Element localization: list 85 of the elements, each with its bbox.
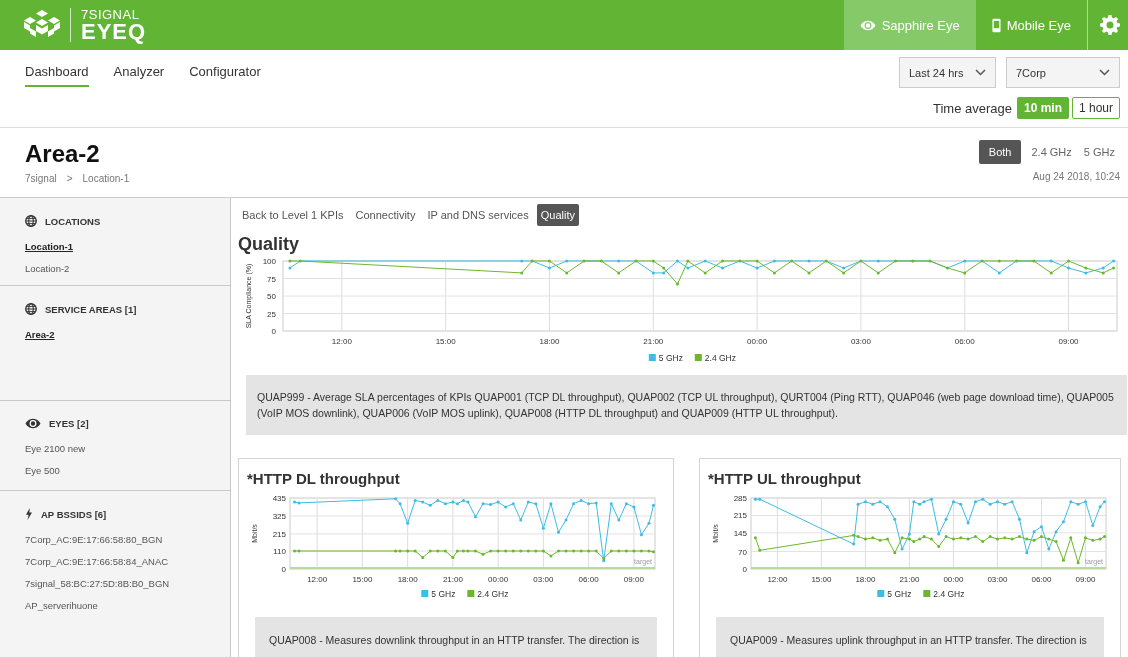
axis-label: 110 (273, 546, 286, 556)
axis-label: 03:00 (850, 337, 871, 346)
axis-label: 285 (733, 493, 747, 503)
kpi-tab[interactable]: Connectivity (351, 204, 420, 226)
sidebar-item[interactable]: Eye 500 (25, 465, 205, 476)
sidebar-item[interactable]: 7signal_58:BC:27:5D:8B:B0_BGN (25, 578, 205, 589)
section-heading: EYES [2] (49, 418, 89, 429)
card-title: *HTTP UL throughput (708, 469, 862, 487)
axis-label: 06:00 (954, 337, 975, 346)
nav-tab[interactable]: Configurator (189, 64, 261, 87)
page-title: Area-2 (25, 140, 101, 168)
axis-label: 12:00 (767, 574, 788, 584)
product-logo: EYEQ (81, 20, 147, 43)
legend-label[interactable]: 2.4 GHz (704, 353, 736, 363)
time-option[interactable]: 1 hour (1071, 97, 1120, 119)
nav-tab[interactable]: Analyzer (113, 64, 165, 87)
section-heading: SERVICE AREAS [1] (45, 303, 137, 315)
kpi-tab[interactable]: Quality (536, 204, 579, 226)
axis-label: 50 (267, 292, 276, 301)
section-heading: AP BSSIDS [6] (41, 508, 107, 520)
axis-label: 12:00 (307, 574, 328, 584)
kpi-tab[interactable]: IP and DNS services (423, 204, 533, 226)
kpi-description: QUAP008 - Measures downlink throughput in an HTTP transfer. The direction is (255, 616, 657, 657)
breadcrumb-separator: > (66, 173, 73, 184)
sidebar-item[interactable]: 7Corp_AC:9E:17:66:58:84_ANAC (25, 556, 205, 567)
axis-label: 09:00 (1075, 574, 1096, 584)
axis-label: 0 (281, 564, 286, 574)
axis-label: 15:00 (352, 574, 373, 584)
axis-label: 0 (271, 327, 276, 336)
legend-label[interactable]: 5 GHz (887, 588, 912, 599)
axis-label: 00:00 (747, 337, 768, 346)
axis-label: 09:00 (623, 574, 644, 584)
brand-name: 7SIGNAL (81, 7, 141, 21)
card-title: *HTTP DL throughput (247, 469, 401, 487)
axis-label: 21:00 (899, 574, 920, 584)
axis-label: 0 (742, 564, 747, 574)
kpi-description: QUAP009 - Measures uplink throughput in an HTTP transfer. The direction is (716, 616, 1104, 657)
sidebar-item[interactable]: Location-2 (25, 263, 205, 274)
axis-label: 09:00 (1058, 337, 1079, 346)
axis-label: 215 (272, 529, 286, 539)
axis-label: 06:00 (1031, 574, 1052, 584)
breadcrumb-link[interactable]: 7signal (25, 173, 57, 184)
axis-label: 21:00 (643, 337, 664, 346)
axis-label: 12:00 (331, 337, 352, 346)
section-title: Quality (238, 234, 300, 255)
axis-label: 21:00 (442, 574, 463, 584)
axis-label: 145 (733, 528, 747, 538)
legend-label[interactable]: 5 GHz (431, 588, 456, 599)
sidebar-item[interactable]: AP_serverihuone (25, 600, 205, 611)
legend-label[interactable]: 5 GHz (658, 353, 683, 363)
axis-label: 215 (733, 510, 747, 520)
axis-label: 03:00 (987, 574, 1008, 584)
kpi-tab[interactable]: Back to Level 1 KPIs (238, 204, 348, 226)
axis-label: 18:00 (855, 574, 876, 584)
timestamp: Aug 24 2018, 10:24 (1032, 171, 1120, 182)
dropdown[interactable]: 7Corp (1006, 57, 1120, 88)
dropdown[interactable]: Last 24 hrs (899, 57, 996, 88)
legend-label[interactable]: 2.4 GHz (477, 588, 509, 599)
sidebar-item[interactable]: Location-1 (25, 241, 205, 252)
axis-label: 325 (272, 511, 286, 521)
band-toggle[interactable]: 2.4 GHz (1026, 140, 1077, 164)
axis-label: 03:00 (533, 574, 554, 584)
sidebar-item[interactable]: 7Corp_AC:9E:17:66:58:80_BGN (25, 534, 205, 545)
sidebar-item[interactable]: Area-2 (25, 329, 205, 340)
axis-label: 435 (272, 493, 286, 503)
axis-label: 70 (738, 547, 747, 557)
axis-label: 15:00 (435, 337, 456, 346)
axis-label: 18:00 (539, 337, 560, 346)
time-average-label: Time average (932, 100, 1012, 116)
axis-label: 15:00 (811, 574, 832, 584)
axis-label: 75 (267, 274, 276, 284)
axis-label: 00:00 (488, 574, 509, 584)
nav-tab[interactable]: Dashboard (25, 64, 89, 87)
band-toggle[interactable]: Both (978, 140, 1022, 164)
axis-label: 100 (262, 257, 276, 266)
kpi-description: QUAP999 - Average SLA percentages of KPIs QUAP001 (TCP DL throughput), QUAP002 (TCP UL throughput), QURT004 (Ping RTT), QUAP046 (web page download time), QUAP005 (VoIP MOS downlink), QUAP006 (VoIP MOS uplink), QUAP008 (HTTP DL throughput) and QUAP009 (HTTP UL throughput). (246, 375, 1127, 435)
axis-label: 18:00 (397, 574, 418, 584)
axis-label: 06:00 (578, 574, 599, 584)
sidebar-item[interactable]: Eye 2100 new (25, 443, 205, 454)
section-heading: LOCATIONS (45, 215, 101, 227)
axis-label: 25 (267, 309, 276, 319)
band-toggle[interactable]: 5 GHz (1078, 140, 1120, 164)
breadcrumb-link[interactable]: Location-1 (82, 173, 130, 184)
legend-label[interactable]: 2.4 GHz (933, 588, 965, 599)
axis-label: 00:00 (943, 574, 964, 584)
